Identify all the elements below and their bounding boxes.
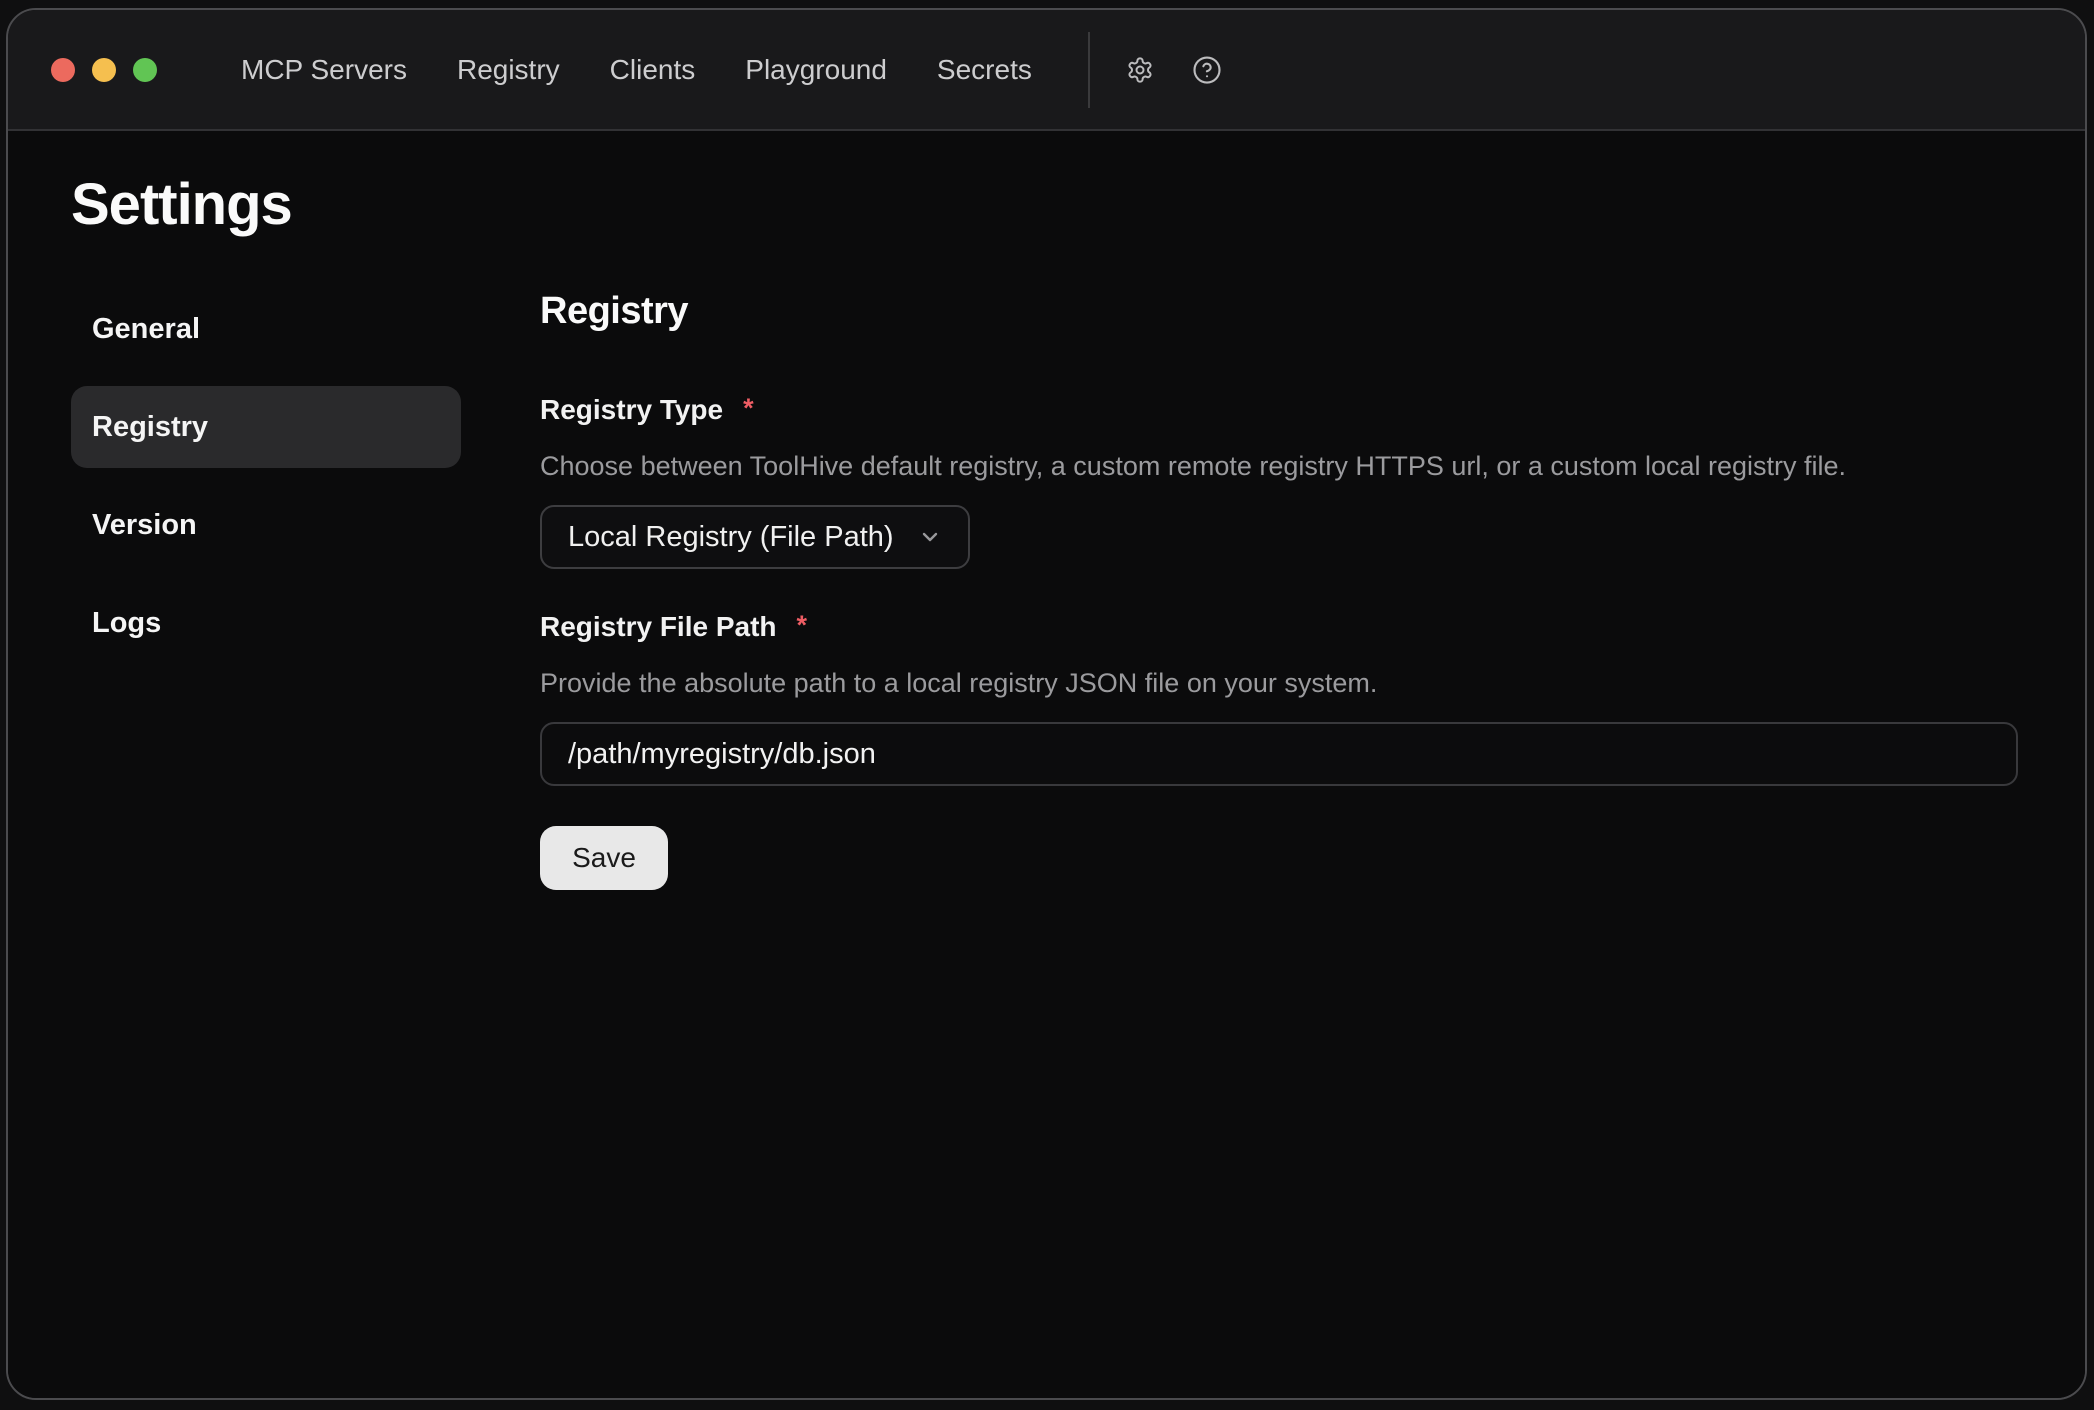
file-path-input[interactable] <box>540 722 2018 786</box>
zoom-window-button[interactable] <box>133 58 157 82</box>
nav-registry[interactable]: Registry <box>457 56 560 84</box>
top-navigation: MCP Servers Registry Clients Playground … <box>241 56 1032 84</box>
registry-type-label-row: Registry Type * <box>540 392 2018 428</box>
chevron-down-icon <box>900 525 942 549</box>
minimize-window-button[interactable] <box>92 58 116 82</box>
help-button[interactable] <box>1192 55 1222 85</box>
sidebar-item-general[interactable]: General <box>71 288 461 370</box>
titlebar: MCP Servers Registry Clients Playground … <box>8 10 2085 131</box>
titlebar-divider <box>1088 32 1090 108</box>
registry-type-description: Choose between ToolHive default registry… <box>540 449 2018 483</box>
nav-secrets[interactable]: Secrets <box>937 56 1032 84</box>
nav-playground[interactable]: Playground <box>745 56 887 84</box>
nav-clients[interactable]: Clients <box>610 56 696 84</box>
settings-page: Settings General Registry Version Logs R… <box>8 131 2085 1398</box>
sidebar-item-registry[interactable]: Registry <box>71 386 461 468</box>
settings-sidebar: General Registry Version Logs <box>71 288 461 664</box>
help-circle-icon <box>1192 55 1222 85</box>
close-window-button[interactable] <box>51 58 75 82</box>
registry-type-select[interactable]: Local Registry (File Path) <box>540 505 970 569</box>
required-asterisk: * <box>743 391 754 426</box>
page-title: Settings <box>71 171 2018 238</box>
registry-settings-panel: Registry Registry Type * Choose between … <box>540 288 2018 890</box>
save-button[interactable]: Save <box>540 826 668 890</box>
nav-mcp-servers[interactable]: MCP Servers <box>241 56 407 84</box>
file-path-label-row: Registry File Path * <box>540 609 2018 645</box>
sidebar-item-logs[interactable]: Logs <box>71 582 461 664</box>
file-path-description: Provide the absolute path to a local reg… <box>540 666 2018 700</box>
required-asterisk: * <box>797 608 808 643</box>
panel-heading: Registry <box>540 288 2018 334</box>
file-path-label: Registry File Path <box>540 609 777 644</box>
app-window: MCP Servers Registry Clients Playground … <box>6 8 2087 1400</box>
gear-icon <box>1126 56 1154 84</box>
registry-type-label: Registry Type <box>540 392 723 427</box>
settings-gear-button[interactable] <box>1126 56 1154 84</box>
sidebar-item-version[interactable]: Version <box>71 484 461 566</box>
registry-type-selected-value: Local Registry (File Path) <box>568 521 894 554</box>
traffic-lights <box>51 58 157 82</box>
